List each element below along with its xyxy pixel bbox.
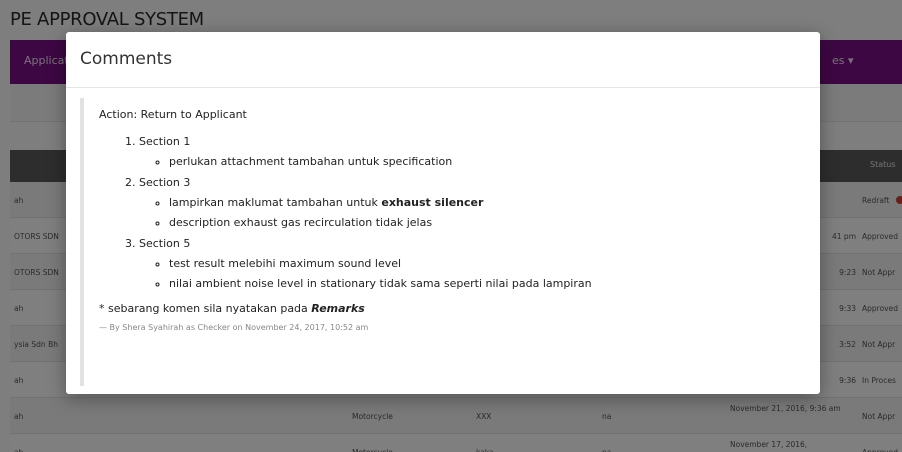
comment-text: lampirkan maklumat tambahan untuk xyxy=(169,196,382,209)
comment-text: perlukan attachment tambahan untuk speci… xyxy=(169,155,453,168)
section-item: Section 3 lampirkan maklumat tambahan unt… xyxy=(139,172,799,233)
comment-item: lampirkan maklumat tambahan untuk exhaus… xyxy=(169,193,799,213)
comment-list: perlukan attachment tambahan untuk speci… xyxy=(139,152,799,172)
action-label: Action: Return to Applicant xyxy=(99,108,247,121)
comments-modal: Comments Action: Return to Applicant Sec… xyxy=(66,32,820,394)
comment-signature: — By Shera Syahirah as Checker on Novemb… xyxy=(99,323,369,332)
modal-title: Comments xyxy=(80,49,173,69)
section-list: Section 1 perlukan attachment tambahan un… xyxy=(99,131,799,294)
comment-text: test result melebihi maximum sound level xyxy=(169,257,402,270)
comment-text: nilai ambient noise level in stationary … xyxy=(169,277,592,290)
remarks-note-bold: Remarks xyxy=(311,302,365,315)
comment-list: test result melebihi maximum sound level… xyxy=(139,254,799,294)
section-title: Section 5 xyxy=(139,237,191,250)
modal-header: Comments xyxy=(66,32,820,88)
comment-item: nilai ambient noise level in stationary … xyxy=(169,274,799,294)
comment-list: lampirkan maklumat tambahan untuk exhaus… xyxy=(139,193,799,233)
section-title: Section 1 xyxy=(139,135,191,148)
section-item: Section 1 perlukan attachment tambahan un… xyxy=(139,131,799,172)
comment-item: perlukan attachment tambahan untuk speci… xyxy=(169,152,799,172)
comment-item: description exhaust gas recirculation ti… xyxy=(169,213,799,233)
section-title: Section 3 xyxy=(139,176,191,189)
section-item: Section 5 test result melebihi maximum so… xyxy=(139,233,799,294)
comment-text: description exhaust gas recirculation ti… xyxy=(169,216,433,229)
comment-content: Action: Return to Applicant Section 1 per… xyxy=(99,108,799,332)
remarks-note: * sebarang komen sila nyatakan pada Rema… xyxy=(99,300,799,318)
comment-item: test result melebihi maximum sound level xyxy=(169,254,799,274)
comment-emphasis: exhaust silencer xyxy=(381,196,484,209)
comment-blockquote: Action: Return to Applicant Section 1 per… xyxy=(80,98,806,386)
remarks-note-text: * sebarang komen sila nyatakan pada xyxy=(99,302,312,315)
